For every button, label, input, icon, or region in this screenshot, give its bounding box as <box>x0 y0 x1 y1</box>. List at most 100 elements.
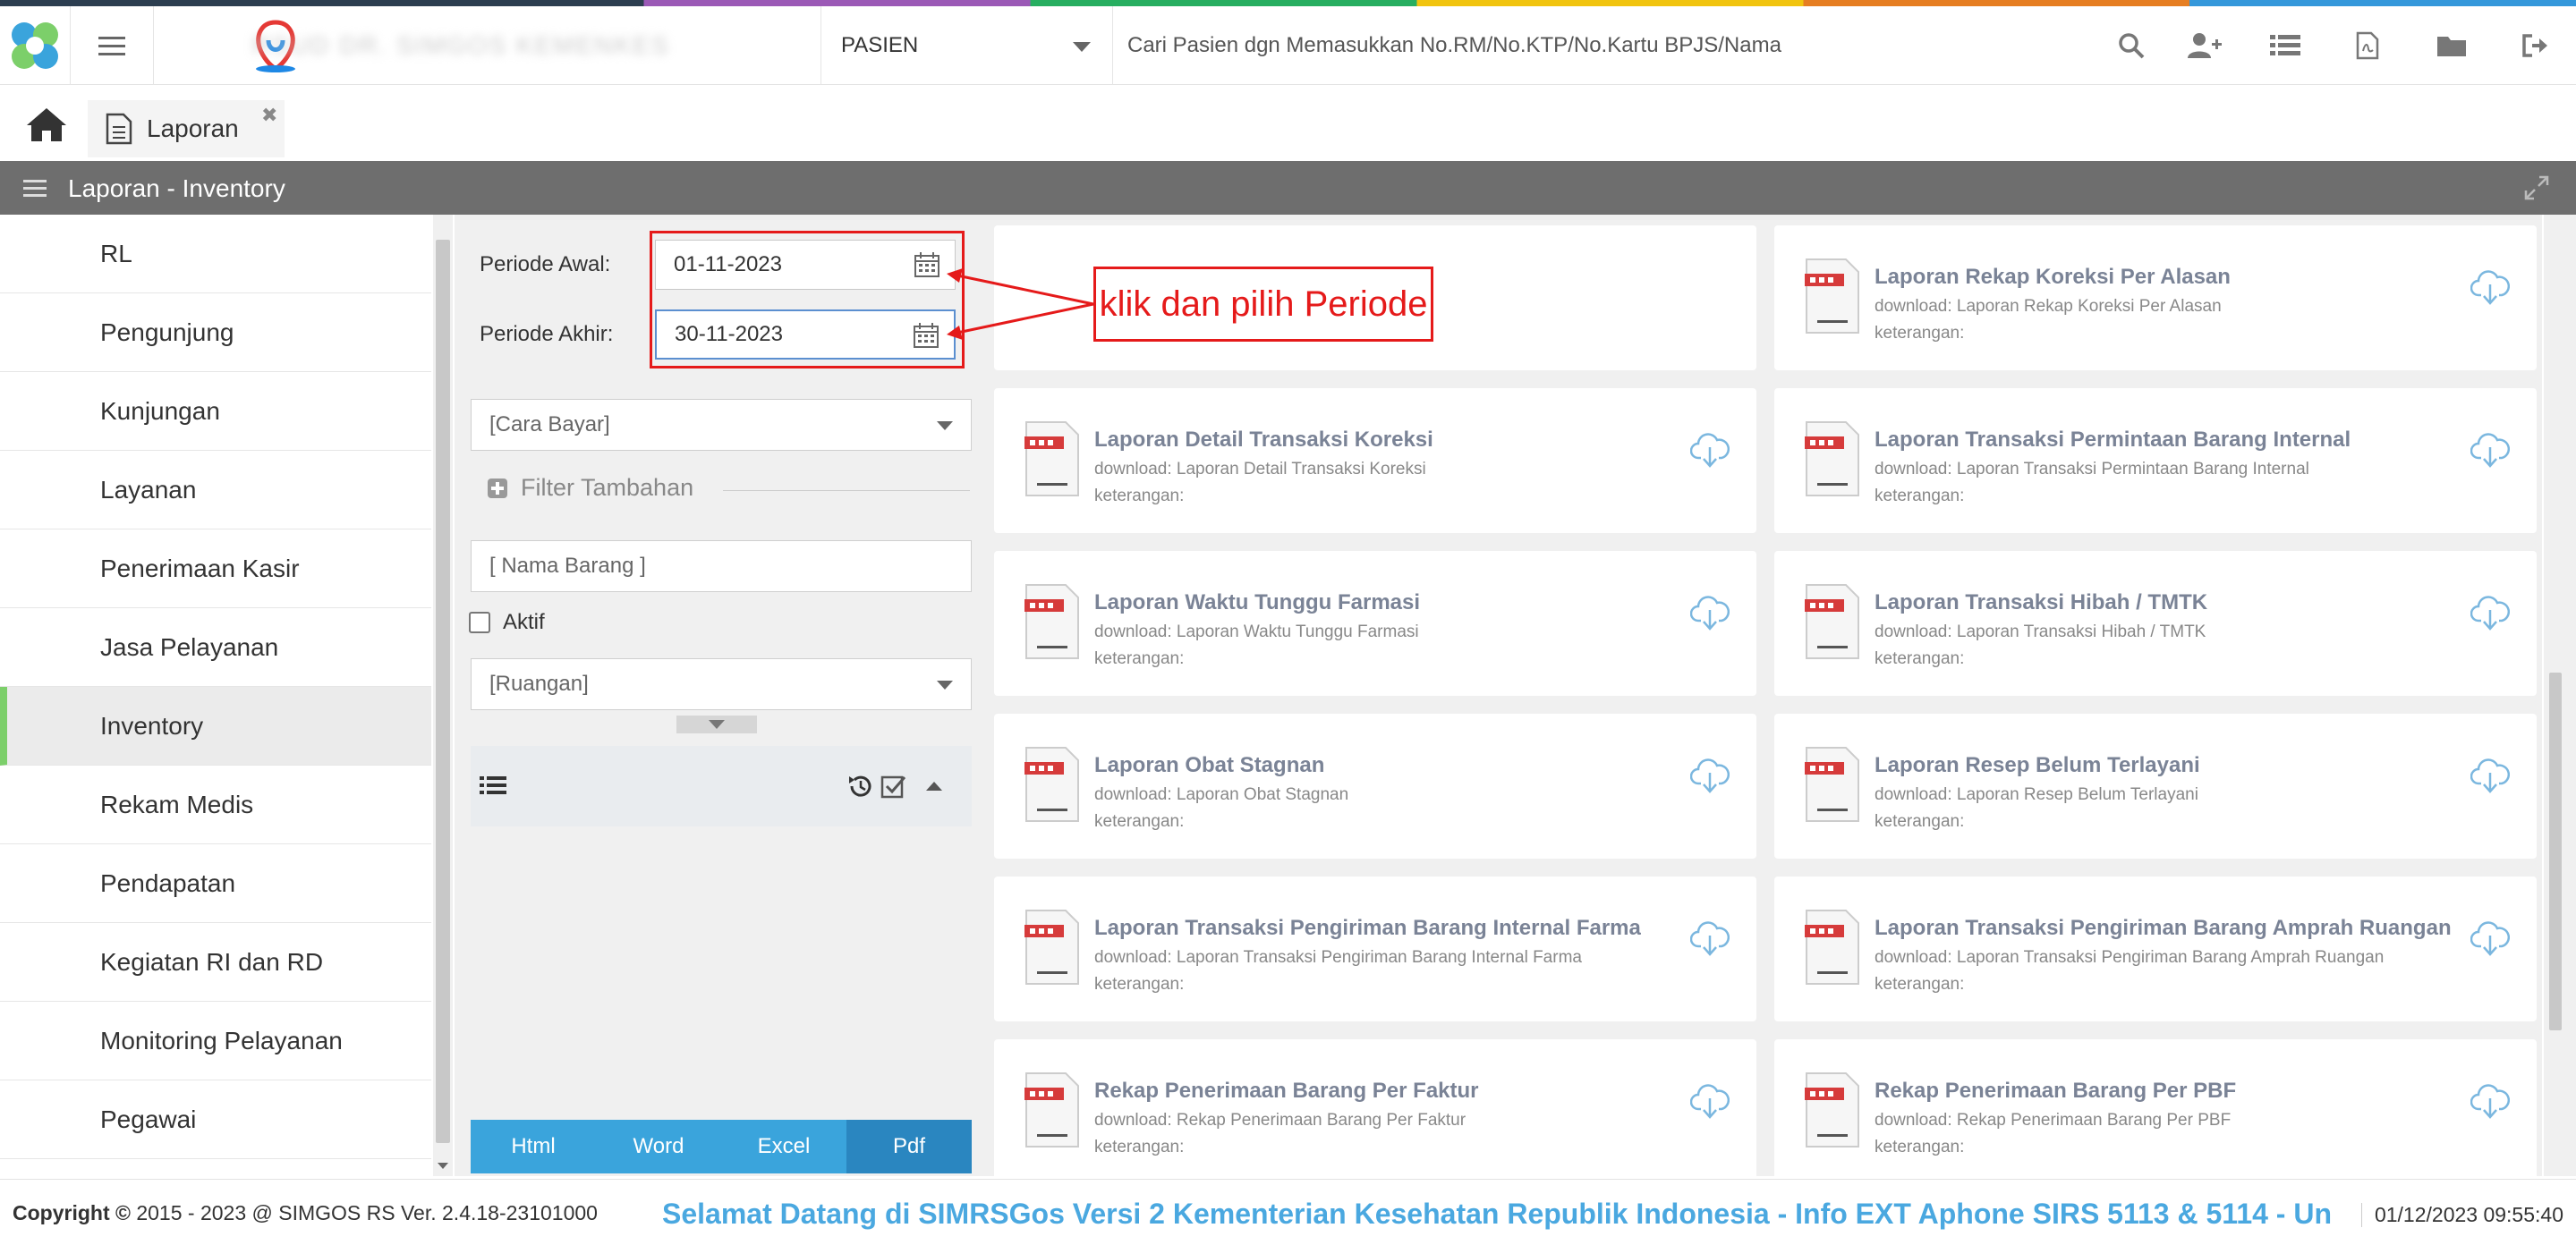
report-card[interactable]: Laporan Waktu Tunggu Farmasi download: La… <box>994 551 1756 696</box>
report-download-text: download: Laporan Transaksi Pengiriman B… <box>1094 948 1582 968</box>
hamburger-icon <box>98 37 125 55</box>
report-card[interactable]: Laporan Detail Transaksi Koreksi download… <box>994 388 1756 533</box>
check-square-icon[interactable] <box>880 773 907 800</box>
report-title[interactable]: Laporan Transaksi Pengiriman Barang Inte… <box>1094 916 1641 941</box>
sidebar-item-label: Rekam Medis <box>100 790 254 818</box>
collapse-filter-toggle[interactable] <box>676 716 757 733</box>
list-button[interactable] <box>2267 28 2303 64</box>
report-card[interactable]: Laporan Obat Stagnan download: Laporan Ob… <box>994 714 1756 859</box>
report-title[interactable]: Laporan Detail Transaksi Koreksi <box>1094 428 1433 453</box>
report-keterangan: keterangan: <box>1875 487 1965 505</box>
list-icon <box>2270 35 2300 55</box>
scrollbar-thumb[interactable] <box>2549 673 2562 1030</box>
sidebar-item-rekam-medis[interactable]: Rekam Medis <box>0 766 431 844</box>
chevron-up-icon[interactable] <box>925 780 943 792</box>
report-title[interactable]: Laporan Waktu Tunggu Farmasi <box>1094 590 1420 615</box>
folder-button[interactable] <box>2434 28 2470 64</box>
sidebar-item-penerimaan-kasir[interactable]: Penerimaan Kasir <box>0 529 431 608</box>
home-button[interactable] <box>25 106 70 145</box>
export-word-button[interactable]: Word <box>596 1120 721 1173</box>
add-patient-button[interactable] <box>2187 28 2223 64</box>
sidebar-item-pendapatan[interactable]: Pendapatan <box>0 844 431 923</box>
cloud-download-icon[interactable] <box>1690 1084 1730 1120</box>
sidebar-scrollbar[interactable] <box>433 215 453 1176</box>
sidebar-item-label: Layanan <box>100 475 197 504</box>
report-card[interactable]: Laporan Transaksi Permintaan Barang Inte… <box>1774 388 2537 533</box>
cloud-download-icon[interactable] <box>1690 758 1730 794</box>
ruangan-select[interactable]: [Ruangan] <box>471 658 972 710</box>
sidebar-item-label: Monitoring Pelayanan <box>100 1026 343 1054</box>
report-keterangan: keterangan: <box>1875 324 1965 343</box>
expand-icon[interactable] <box>2524 175 2549 200</box>
download-prefix: download: <box>1094 622 1177 641</box>
export-pdf-button[interactable]: Pdf <box>846 1120 972 1173</box>
report-card[interactable]: Laporan Resep Belum Terlayani download: L… <box>1774 714 2537 859</box>
report-card[interactable]: Laporan Rekap Koreksi Per Alasan download… <box>1774 225 2537 370</box>
home-icon <box>27 108 66 141</box>
sidebar-item-pegawai[interactable]: Pegawai <box>0 1080 431 1159</box>
report-list-scrollbar[interactable] <box>2544 215 2576 1176</box>
app-logo[interactable] <box>0 6 70 85</box>
patient-search-input[interactable]: Cari Pasien dgn Memasukkan No.RM/No.KTP/… <box>1127 6 1781 85</box>
list-icon[interactable] <box>480 775 506 796</box>
sidebar-item-jasa-pelayanan[interactable]: Jasa Pelayanan <box>0 608 431 687</box>
report-download-name: Laporan Waktu Tunggu Farmasi <box>1176 622 1419 641</box>
sidebar-item-inventory[interactable]: Inventory <box>0 687 431 766</box>
report-card[interactable]: Laporan Transaksi Pengiriman Barang Ampr… <box>1774 877 2537 1021</box>
scrollbar-thumb[interactable] <box>436 240 450 1143</box>
report-card[interactable]: Rekap Penerimaan Barang Per Faktur downlo… <box>994 1039 1756 1176</box>
sidebar-item-kegiatan-ri-rd[interactable]: Kegiatan RI dan RD <box>0 923 431 1002</box>
pdf-file-icon <box>1805 747 1859 822</box>
filter-tambahan-toggle[interactable]: Filter Tambahan <box>487 474 693 502</box>
report-card[interactable]: Laporan Transaksi Hibah / TMTK download: … <box>1774 551 2537 696</box>
close-tab-icon[interactable]: ✖ <box>261 104 277 127</box>
top-color-strip <box>0 0 2576 6</box>
report-card[interactable]: Rekap Penerimaan Barang Per PBF download:… <box>1774 1039 2537 1176</box>
aktif-checkbox-row[interactable]: Aktif <box>469 610 545 635</box>
history-icon[interactable] <box>846 773 873 800</box>
sidebar-item-kunjungan[interactable]: Kunjungan <box>0 372 431 451</box>
menu-icon[interactable] <box>23 179 47 197</box>
report-card[interactable]: Laporan Transaksi Pengiriman Barang Inte… <box>994 877 1756 1021</box>
report-title[interactable]: Laporan Transaksi Pengiriman Barang Ampr… <box>1875 916 2452 941</box>
sidebar-item-monitoring-pelayanan[interactable]: Monitoring Pelayanan <box>0 1002 431 1080</box>
export-excel-button[interactable]: Excel <box>721 1120 846 1173</box>
cloud-download-icon[interactable] <box>2470 758 2510 794</box>
copyright-icon: © <box>115 1201 131 1224</box>
report-title[interactable]: Rekap Penerimaan Barang Per PBF <box>1875 1079 2236 1104</box>
cloud-download-icon[interactable] <box>2470 921 2510 957</box>
cloud-download-icon[interactable] <box>1690 921 1730 957</box>
report-keterangan: keterangan: <box>1094 487 1185 505</box>
report-title[interactable]: Rekap Penerimaan Barang Per Faktur <box>1094 1079 1479 1104</box>
search-button[interactable] <box>2113 28 2149 64</box>
cloud-download-icon[interactable] <box>2470 270 2510 306</box>
sidebar-item-label: RL <box>100 239 132 267</box>
report-title[interactable]: Laporan Rekap Koreksi Per Alasan <box>1875 265 2231 290</box>
cloud-download-icon[interactable] <box>1690 596 1730 631</box>
report-title[interactable]: Laporan Resep Belum Terlayani <box>1875 753 2200 778</box>
cloud-download-icon[interactable] <box>2470 433 2510 469</box>
chevron-down-icon <box>1073 42 1091 52</box>
cloud-download-icon[interactable] <box>2470 596 2510 631</box>
patient-mode-select[interactable]: PASIEN <box>821 6 1113 85</box>
pdf-button[interactable] <box>2350 28 2385 64</box>
report-title[interactable]: Laporan Obat Stagnan <box>1094 753 1324 778</box>
export-html-button[interactable]: Html <box>471 1120 596 1173</box>
sidebar-item-label: Pengunjung <box>100 318 234 346</box>
periode-akhir-label: Periode Akhir: <box>480 322 614 346</box>
logout-button[interactable] <box>2518 28 2554 64</box>
cloud-download-icon[interactable] <box>1690 433 1730 469</box>
report-category-sidebar: RL Pengunjung Kunjungan Layanan Penerima… <box>0 215 431 1176</box>
nama-barang-input[interactable]: [ Nama Barang ] <box>471 540 972 592</box>
cara-bayar-select[interactable]: [Cara Bayar] <box>471 399 972 451</box>
sidebar-item-layanan[interactable]: Layanan <box>0 451 431 529</box>
scroll-down-icon[interactable] <box>438 1163 448 1169</box>
aktif-checkbox[interactable] <box>469 612 490 633</box>
sidebar-item-pengunjung[interactable]: Pengunjung <box>0 293 431 372</box>
main-menu-button[interactable] <box>70 6 154 85</box>
tab-laporan[interactable]: Laporan <box>88 100 285 157</box>
report-title[interactable]: Laporan Transaksi Permintaan Barang Inte… <box>1875 428 2351 453</box>
cloud-download-icon[interactable] <box>2470 1084 2510 1120</box>
sidebar-item-rl[interactable]: RL <box>0 215 431 293</box>
report-title[interactable]: Laporan Transaksi Hibah / TMTK <box>1875 590 2207 615</box>
